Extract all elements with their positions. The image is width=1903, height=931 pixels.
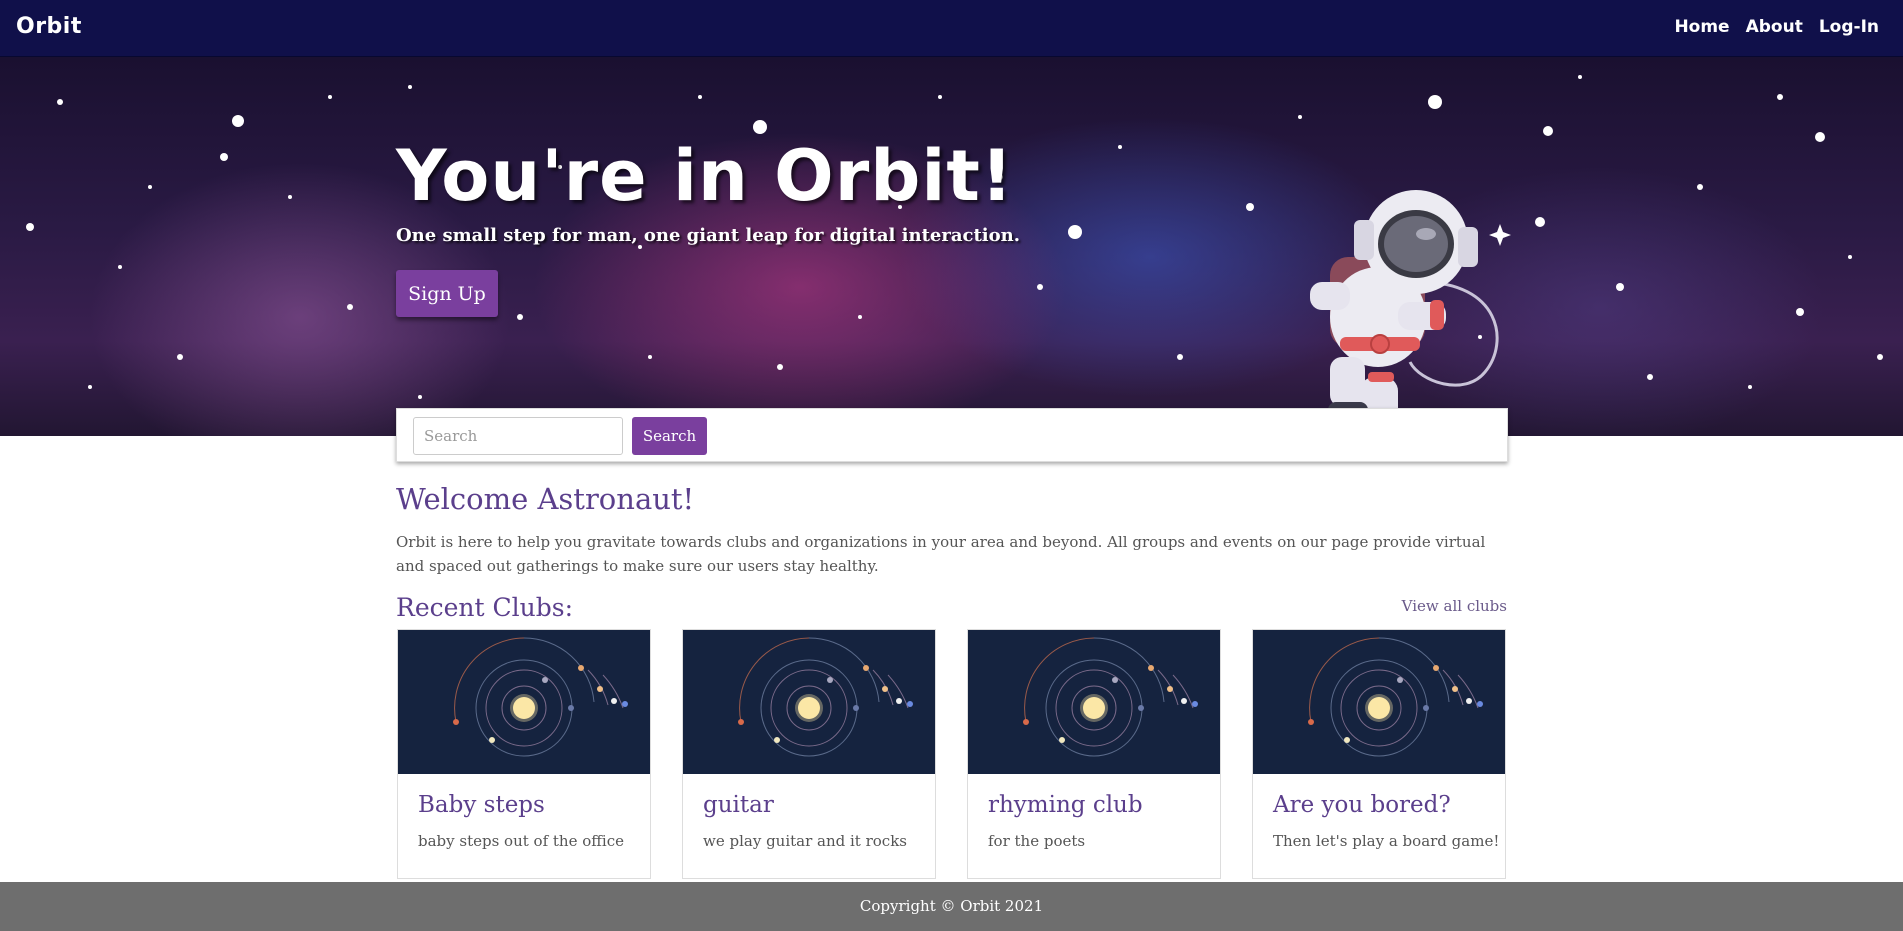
search-input[interactable] (413, 417, 623, 455)
club-card[interactable]: Are you bored? Then let's play a board g… (1252, 629, 1506, 879)
navbar: Orbit Home About Log-In (0, 0, 1903, 57)
welcome-title: Welcome Astronaut! (396, 482, 695, 516)
hero-subtitle: One small step for man, one giant leap f… (396, 225, 1020, 246)
club-description: for the poets (988, 832, 1086, 850)
astronaut-illustration (1310, 190, 1511, 436)
club-description: we play guitar and it rocks (703, 832, 907, 850)
recent-clubs-title: Recent Clubs: (396, 593, 573, 622)
club-title: Are you bored? (1273, 792, 1451, 818)
signup-button[interactable]: Sign Up (396, 270, 498, 317)
welcome-text: Orbit is here to help you gravitate towa… (396, 533, 1486, 575)
solar-system-illustration (1253, 630, 1505, 774)
nav-home-link[interactable]: Home (1674, 17, 1729, 37)
search-panel: Search (396, 408, 1508, 462)
view-all-clubs-link[interactable]: View all clubs (1402, 597, 1507, 615)
club-description: Then let's play a board game! (1273, 832, 1500, 850)
nav-about-link[interactable]: About (1746, 17, 1803, 37)
search-button[interactable]: Search (632, 417, 707, 455)
solar-system-illustration (683, 630, 935, 774)
club-card[interactable]: Baby steps baby steps out of the office (397, 629, 651, 879)
footer: Copyright © Orbit 2021 (0, 882, 1903, 931)
starfield-background (26, 75, 1883, 399)
club-title: Baby steps (418, 792, 545, 818)
brand-logo[interactable]: Orbit (16, 14, 82, 39)
solar-system-illustration (968, 630, 1220, 774)
nav-links: Home About Log-In (1674, 17, 1879, 37)
footer-copyright: Copyright © Orbit 2021 (859, 897, 1044, 915)
hero-title: You're in Orbit! (396, 135, 1014, 217)
club-card[interactable]: rhyming club for the poets (967, 629, 1221, 879)
solar-system-illustration (398, 630, 650, 774)
nav-login-link[interactable]: Log-In (1819, 17, 1879, 37)
club-title: rhyming club (988, 792, 1143, 818)
hero-banner: You're in Orbit! One small step for man,… (0, 57, 1903, 436)
club-title: guitar (703, 792, 774, 818)
club-cards: Baby steps baby steps out of the office … (397, 629, 1507, 879)
club-description: baby steps out of the office (418, 832, 624, 850)
club-card[interactable]: guitar we play guitar and it rocks (682, 629, 936, 879)
